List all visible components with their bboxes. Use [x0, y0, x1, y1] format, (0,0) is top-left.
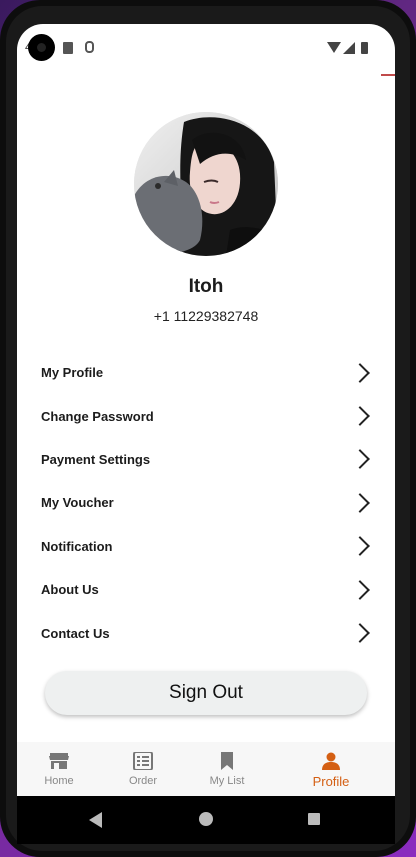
cell-signal-icon — [343, 42, 355, 54]
menu-item-change-password[interactable]: Change Password — [17, 394, 395, 437]
chevron-right-icon — [350, 362, 370, 383]
bottom-tab-bar: Home Order My List Profile — [17, 742, 395, 796]
sign-out-button[interactable]: Sign Out — [45, 671, 367, 715]
menu-item-payment-settings[interactable]: Payment Settings — [17, 438, 395, 481]
battery-icon — [361, 42, 368, 54]
tab-profile[interactable]: Profile — [289, 742, 373, 796]
chevron-right-icon — [350, 406, 370, 426]
menu-item-label: Change Password — [41, 408, 154, 424]
front-camera — [28, 34, 55, 61]
chevron-right-icon — [350, 536, 370, 557]
profile-menu: My Profile Change Password Payment Setti… — [17, 351, 395, 655]
menu-item-label: About Us — [41, 582, 99, 598]
menu-item-contact-us[interactable]: Contact Us — [17, 611, 395, 654]
user-phone: +1 11229382748 — [153, 308, 259, 324]
menu-item-label: Contact Us — [41, 625, 110, 641]
list-icon — [133, 752, 153, 770]
sim-card-icon — [63, 42, 73, 54]
avatar-photo — [134, 112, 278, 256]
menu-item-label: Payment Settings — [41, 451, 151, 467]
tab-label: Profile — [312, 774, 350, 789]
bookmark-icon — [221, 752, 233, 770]
menu-item-my-profile[interactable]: My Profile — [17, 351, 395, 394]
back-icon[interactable] — [89, 812, 102, 828]
tab-home[interactable]: Home — [17, 742, 101, 796]
app-screen: 4 Itoh +1 11229382 — [17, 24, 395, 796]
recent-apps-icon[interactable] — [308, 813, 320, 825]
menu-item-about-us[interactable]: About Us — [17, 568, 395, 611]
user-name: Itoh — [188, 276, 224, 297]
system-navigation-bar — [17, 796, 395, 844]
home-circle-icon[interactable] — [199, 812, 213, 826]
menu-item-label: My Voucher — [41, 495, 114, 511]
tab-label: My List — [209, 775, 245, 787]
chevron-right-icon — [350, 449, 370, 470]
menu-item-label: My Profile — [41, 365, 104, 381]
person-icon — [322, 752, 340, 770]
chevron-right-icon — [350, 579, 370, 600]
chevron-right-icon — [350, 492, 370, 513]
tab-label: Home — [44, 775, 74, 787]
menu-item-notification[interactable]: Notification — [17, 525, 395, 568]
tab-label: Order — [128, 775, 158, 787]
status-bar: 4 — [17, 24, 395, 72]
wifi-icon — [327, 42, 341, 53]
corner-accent — [381, 74, 395, 76]
usb-debug-icon — [85, 41, 94, 53]
chevron-right-icon — [350, 623, 370, 643]
avatar[interactable] — [134, 112, 278, 256]
tab-order[interactable]: Order — [101, 742, 185, 796]
tab-my-list[interactable]: My List — [185, 742, 269, 796]
store-icon — [49, 753, 69, 769]
menu-item-label: Notification — [41, 538, 113, 554]
menu-item-my-voucher[interactable]: My Voucher — [17, 481, 395, 524]
